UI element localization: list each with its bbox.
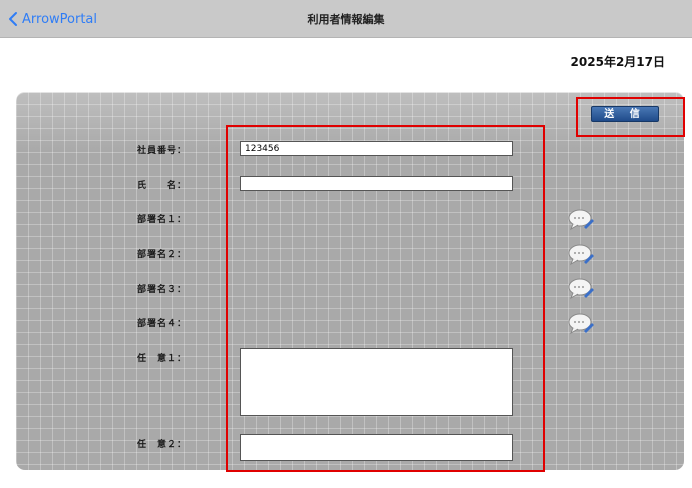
dept4-label: 部署名４：	[137, 319, 188, 329]
chat-bubble-edit-icon[interactable]	[567, 312, 595, 336]
navigation-bar: ArrowPortal 利用者情報編集	[0, 0, 692, 38]
dept3-label: 部署名３：	[137, 285, 188, 295]
dept1-label: 部署名１：	[137, 215, 188, 225]
employee-no-label: 社員番号：	[137, 146, 188, 156]
chat-bubble-edit-icon[interactable]	[567, 243, 595, 267]
dept2-label: 部署名２：	[137, 250, 188, 260]
optional1-label: 任 意１：	[137, 354, 188, 364]
fields-highlight-box	[226, 125, 545, 472]
chat-bubble-edit-icon[interactable]	[567, 277, 595, 301]
optional2-label: 任 意２：	[137, 440, 188, 450]
send-highlight-box	[576, 97, 685, 137]
current-date: 2025年2月17日	[570, 55, 665, 69]
chat-bubble-edit-icon[interactable]	[567, 208, 595, 232]
name-label: 氏 名：	[137, 181, 188, 191]
page-title: 利用者情報編集	[307, 13, 385, 26]
